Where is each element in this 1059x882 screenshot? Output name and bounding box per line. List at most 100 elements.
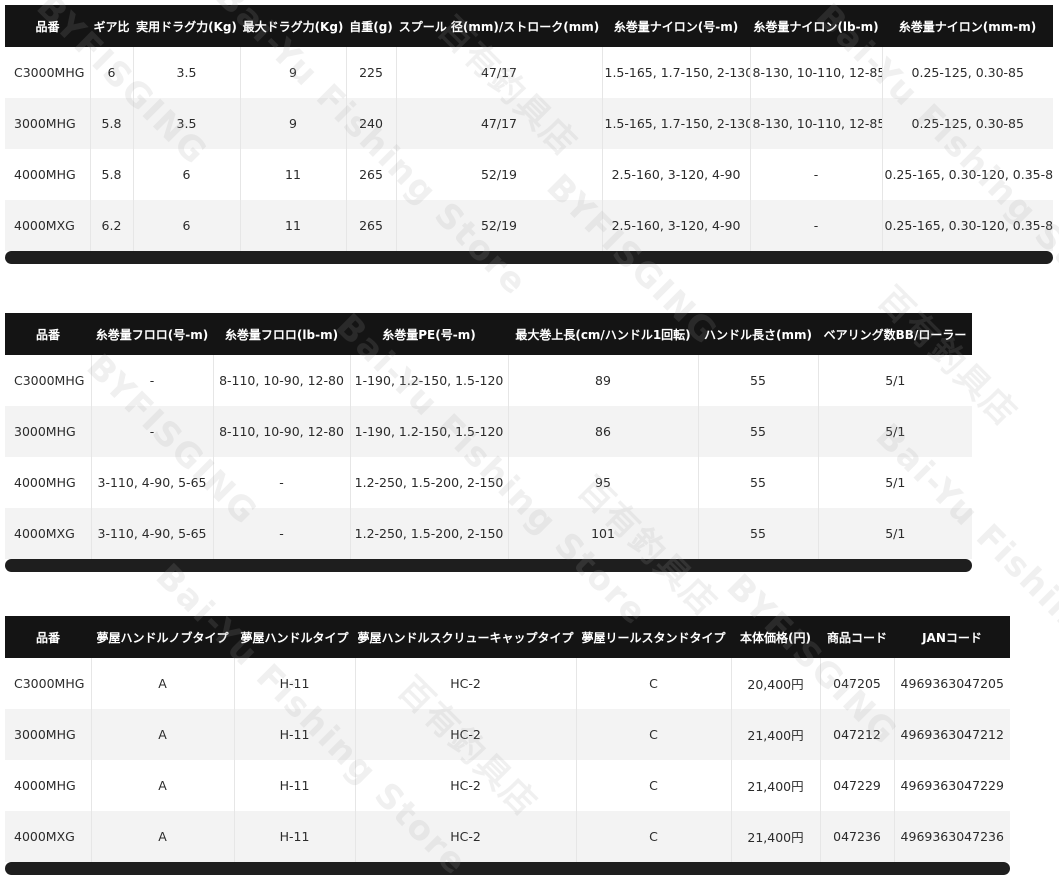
spec-table-1: 品番 ギア比 実用ドラグ力(Kg) 最大ドラグ力(Kg) 自重(g) スプール …	[5, 5, 1053, 251]
table-cell: 0.25-165, 0.30-120, 0.35-80	[882, 200, 1053, 251]
table-cell: 55	[698, 406, 819, 457]
column-header: スプール 径(mm)/ストローク(mm)	[396, 5, 602, 47]
column-header: 糸巻量フロロ(号-m)	[91, 313, 213, 355]
table-cell: 52/19	[396, 149, 603, 200]
column-header: 商品コード	[820, 616, 894, 658]
spec-table-1-container: 品番 ギア比 実用ドラグ力(Kg) 最大ドラグ力(Kg) 自重(g) スプール …	[5, 5, 1053, 264]
table-cell: 6	[90, 47, 134, 98]
horizontal-scrollbar[interactable]	[5, 559, 972, 572]
spec-table-2: 品番 糸巻量フロロ(号-m) 糸巻量フロロ(lb-m) 糸巻量PE(号-m) 最…	[5, 313, 972, 559]
table-cell: 55	[698, 457, 819, 508]
table-row: C3000MHG A H-11 HC-2 C 20,400円 047205 49…	[5, 658, 1010, 709]
table-row: 4000MHG A H-11 HC-2 C 21,400円 047229 496…	[5, 760, 1010, 811]
table-cell: 047205	[820, 658, 895, 709]
table-cell: 5.8	[90, 98, 134, 149]
table-cell: -	[91, 355, 214, 406]
table-cell: C	[576, 709, 732, 760]
column-header: ハンドル長さ(mm)	[698, 313, 818, 355]
table-cell: A	[91, 709, 235, 760]
model-cell: 4000MXG	[5, 811, 92, 862]
table-cell: 55	[698, 355, 819, 406]
table-cell: 3-110, 4-90, 5-65	[91, 457, 214, 508]
model-cell: 3000MHG	[5, 98, 91, 149]
table-cell: 1.5-165, 1.7-150, 2-130	[602, 98, 751, 149]
table-cell: 8-130, 10-110, 12-85	[750, 98, 883, 149]
column-header: 夢屋ハンドルノブタイプ	[91, 616, 234, 658]
table-row: 4000MXG 6.2 6 11 265 52/19 2.5-160, 3-12…	[5, 200, 1053, 251]
table-cell: 9	[240, 98, 347, 149]
table-cell: 1.5-165, 1.7-150, 2-130	[602, 47, 751, 98]
table-cell: 2.5-160, 3-120, 4-90	[602, 149, 751, 200]
model-cell: 4000MHG	[5, 760, 92, 811]
table-cell: H-11	[234, 760, 356, 811]
table-cell: 6	[133, 149, 241, 200]
table-row: 4000MXG A H-11 HC-2 C 21,400円 047236 496…	[5, 811, 1010, 862]
table-row: C3000MHG 6 3.5 9 225 47/17 1.5-165, 1.7-…	[5, 47, 1053, 98]
table-cell: 4969363047236	[894, 811, 1010, 862]
table-cell: -	[750, 200, 883, 251]
table-cell: -	[213, 508, 351, 559]
column-header: 夢屋ハンドルタイプ	[234, 616, 355, 658]
spec-table-3-container: 品番 夢屋ハンドルノブタイプ 夢屋ハンドルタイプ 夢屋ハンドルスクリューキャップ…	[5, 616, 1010, 875]
table-cell: 4969363047205	[894, 658, 1010, 709]
table-cell: 3.5	[133, 47, 241, 98]
table-cell: 11	[240, 200, 347, 251]
table-cell: -	[91, 406, 214, 457]
table-cell: 1-190, 1.2-150, 1.5-120	[350, 355, 509, 406]
model-cell: C3000MHG	[5, 658, 92, 709]
column-header: 夢屋リールスタンドタイプ	[576, 616, 731, 658]
table-cell: 4969363047229	[894, 760, 1010, 811]
column-header: 本体価格(円)	[731, 616, 820, 658]
column-header: 品番	[5, 313, 91, 355]
model-cell: 4000MHG	[5, 149, 91, 200]
table-cell: HC-2	[355, 811, 577, 862]
table-cell: 95	[508, 457, 699, 508]
table-header-row: 品番 ギア比 実用ドラグ力(Kg) 最大ドラグ力(Kg) 自重(g) スプール …	[5, 5, 1053, 47]
table-cell: 52/19	[396, 200, 603, 251]
table-cell: 2.5-160, 3-120, 4-90	[602, 200, 751, 251]
horizontal-scrollbar[interactable]	[5, 862, 1010, 875]
table-cell: 11	[240, 149, 347, 200]
spec-table-2-container: 品番 糸巻量フロロ(号-m) 糸巻量フロロ(lb-m) 糸巻量PE(号-m) 最…	[5, 313, 972, 572]
model-cell: 4000MXG	[5, 200, 91, 251]
table-cell: C	[576, 760, 732, 811]
table-cell: 047212	[820, 709, 895, 760]
price-cell: 21,400円	[731, 709, 821, 760]
table-cell: HC-2	[355, 709, 577, 760]
table-cell: 9	[240, 47, 347, 98]
table-cell: 6.2	[90, 200, 134, 251]
table-cell: 240	[346, 98, 397, 149]
price-cell: 21,400円	[731, 811, 821, 862]
table-cell: 47/17	[396, 47, 603, 98]
table-header-row: 品番 夢屋ハンドルノブタイプ 夢屋ハンドルタイプ 夢屋ハンドルスクリューキャップ…	[5, 616, 1010, 658]
table-cell: HC-2	[355, 658, 577, 709]
column-header: 品番	[5, 5, 90, 47]
table-cell: HC-2	[355, 760, 577, 811]
table-cell: 89	[508, 355, 699, 406]
horizontal-scrollbar[interactable]	[5, 251, 1053, 264]
column-header: JANコード	[894, 616, 1010, 658]
table-cell: H-11	[234, 658, 356, 709]
table-cell: 0.25-165, 0.30-120, 0.35-80	[882, 149, 1053, 200]
model-cell: C3000MHG	[5, 47, 91, 98]
table-cell: 5/1	[818, 406, 972, 457]
column-header: ギア比	[90, 5, 133, 47]
column-header: 糸巻量ナイロン(lb-m)	[750, 5, 882, 47]
table-cell: 1.2-250, 1.5-200, 2-150	[350, 508, 509, 559]
table-cell: 5/1	[818, 457, 972, 508]
model-cell: 4000MHG	[5, 457, 92, 508]
column-header: 実用ドラグ力(Kg)	[133, 5, 240, 47]
table-header-row: 品番 糸巻量フロロ(号-m) 糸巻量フロロ(lb-m) 糸巻量PE(号-m) 最…	[5, 313, 972, 355]
table-cell: 047229	[820, 760, 895, 811]
table-row: 3000MHG 5.8 3.5 9 240 47/17 1.5-165, 1.7…	[5, 98, 1053, 149]
table-cell: C	[576, 811, 732, 862]
table-cell: A	[91, 658, 235, 709]
table-cell: 5/1	[818, 508, 972, 559]
column-header: 品番	[5, 616, 91, 658]
column-header: 最大巻上長(cm/ハンドル1回転)	[508, 313, 698, 355]
table-row: 4000MXG 3-110, 4-90, 5-65 - 1.2-250, 1.5…	[5, 508, 972, 559]
column-header: 糸巻量ナイロン(mm-m)	[882, 5, 1053, 47]
table-cell: H-11	[234, 709, 356, 760]
table-cell: A	[91, 811, 235, 862]
table-row: 3000MHG - 8-110, 10-90, 12-80 1-190, 1.2…	[5, 406, 972, 457]
